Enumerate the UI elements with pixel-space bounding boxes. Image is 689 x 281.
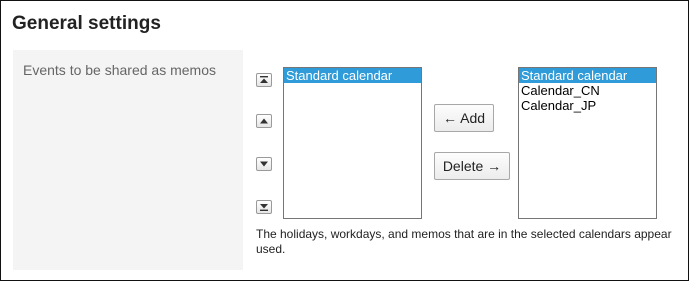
help-text-line-1: The holidays, workdays, and memos that a… xyxy=(256,227,672,241)
list-item[interactable]: Calendar_JP xyxy=(519,98,656,113)
list-item[interactable]: Standard calendar xyxy=(519,68,656,83)
available-calendars-list[interactable]: Standard calendar Calendar_CN Calendar_J… xyxy=(518,67,657,219)
settings-panel: General settings Events to be shared as … xyxy=(0,0,689,281)
arrow-to-top-icon xyxy=(260,76,268,83)
arrow-to-bottom-icon xyxy=(260,204,268,211)
page-title: General settings xyxy=(12,13,161,34)
list-item[interactable]: Standard calendar xyxy=(284,68,421,83)
setting-label-cell: Events to be shared as memos xyxy=(13,50,243,270)
move-up-button[interactable] xyxy=(256,114,272,128)
setting-label: Events to be shared as memos xyxy=(23,62,216,78)
list-item[interactable]: Calendar_CN xyxy=(519,83,656,98)
help-text: The holidays, workdays, and memos that a… xyxy=(256,227,688,257)
help-text-line-2: used. xyxy=(256,242,286,256)
arrow-up-icon xyxy=(260,118,268,124)
add-button[interactable]: ← Add xyxy=(434,104,494,132)
move-to-top-button[interactable] xyxy=(256,73,272,87)
selected-calendars-list[interactable]: Standard calendar xyxy=(283,67,422,219)
delete-button[interactable]: Delete → xyxy=(434,152,510,180)
move-to-bottom-button[interactable] xyxy=(256,200,272,214)
arrow-down-icon xyxy=(260,161,268,167)
move-down-button[interactable] xyxy=(256,157,272,171)
